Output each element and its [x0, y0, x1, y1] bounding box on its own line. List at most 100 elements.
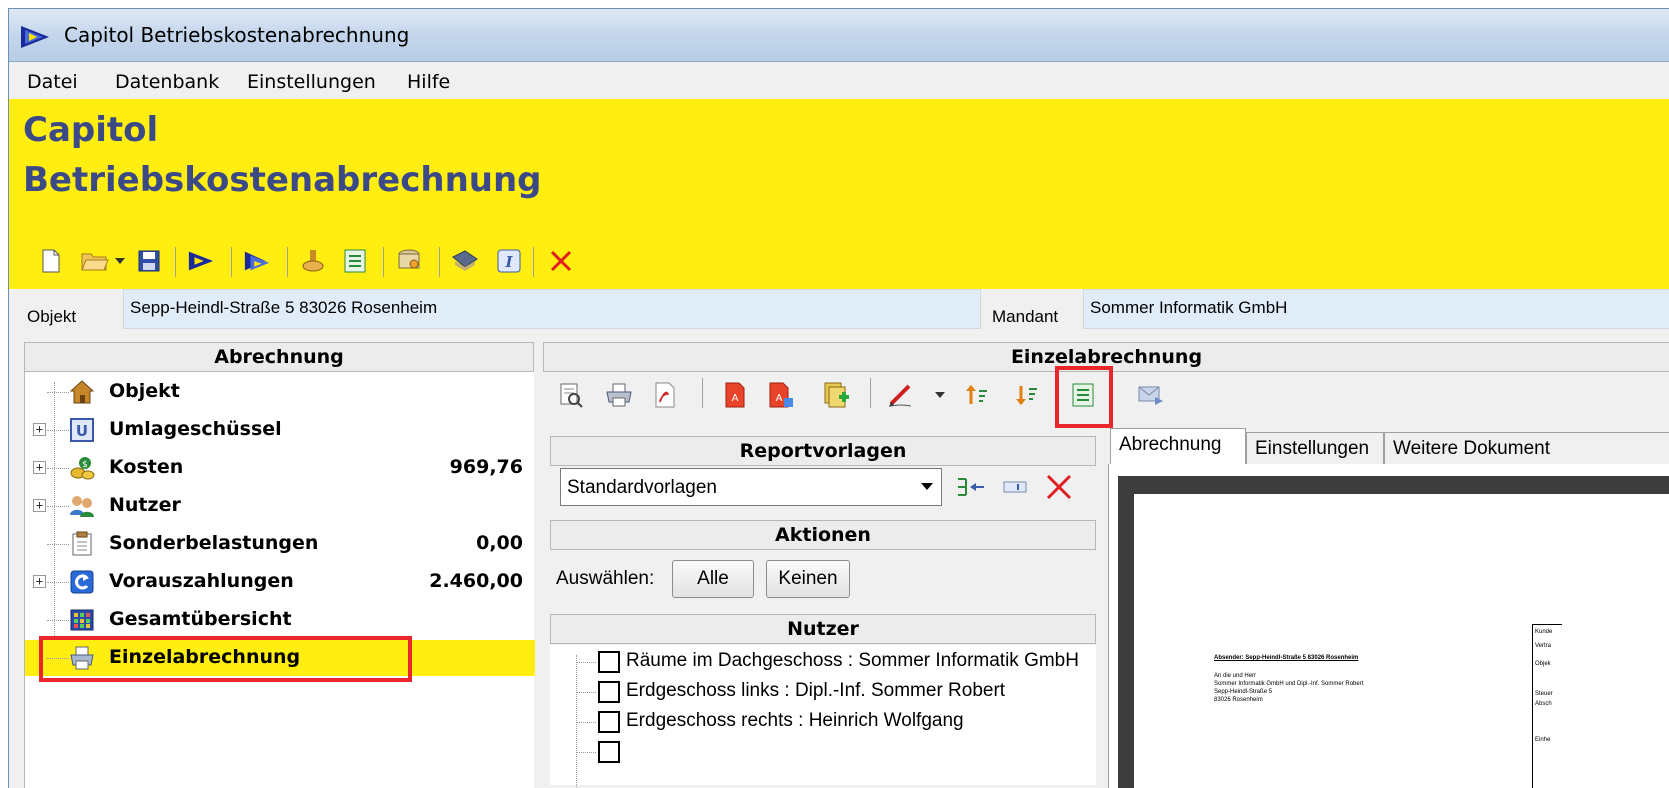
tree-item-nutzer[interactable]: + Nutzer — [25, 488, 535, 524]
tree-connector — [576, 722, 596, 723]
window-title: Capitol Betriebskostenabrechnung — [64, 23, 410, 47]
tree-label: Kosten — [109, 456, 184, 478]
list-item[interactable]: Erdgeschoss links : Dipl.-Inf. Sommer Ro… — [550, 677, 1096, 707]
brand-line-2: Betriebskostenabrechnung — [23, 160, 542, 200]
user-checkbox[interactable] — [598, 741, 620, 763]
list-item[interactable]: Erdgeschoss rechts : Heinrich Wolfgang — [550, 707, 1096, 737]
pdf-icon[interactable] — [650, 380, 680, 410]
menu-einstellungen[interactable]: Einstellungen — [247, 71, 376, 93]
dropdown-arrow-icon[interactable] — [932, 380, 948, 410]
preview-address-line: An die und Herr — [1214, 673, 1257, 679]
delete-icon[interactable] — [1044, 472, 1074, 502]
user-checkbox[interactable] — [598, 681, 620, 703]
expand-icon[interactable]: + — [33, 423, 46, 436]
user-label: Erdgeschoss links : Dipl.-Inf. Sommer Ro… — [626, 680, 1006, 701]
expand-icon[interactable]: + — [33, 575, 46, 588]
tab-weitere-dokumente[interactable]: Weitere Dokument — [1384, 432, 1669, 466]
tree-item-objekt[interactable]: Objekt — [25, 374, 535, 410]
report-template-value: Standardvorlagen — [567, 477, 717, 498]
delete-icon[interactable] — [547, 247, 575, 275]
tree-value: 969,76 — [449, 456, 523, 478]
preview-side-label: Steuer — [1535, 691, 1553, 697]
tree-item-gesamtuebersicht[interactable]: Gesamtübersicht — [25, 602, 535, 638]
tree-item-sonderbelastungen[interactable]: Sonderbelastungen 0,00 — [25, 526, 535, 562]
pdf-multi-icon[interactable]: A — [766, 380, 796, 410]
abrechnung-tree: Objekt + U Umlageschüssel + $ Kosten 969… — [24, 372, 535, 788]
toolbar-separator — [175, 247, 176, 277]
objekt-field[interactable]: Sepp-Heindl-Straße 5 83026 Rosenheim — [123, 289, 981, 329]
highlight-box-tree — [39, 636, 412, 682]
key-u-icon: U — [70, 418, 94, 442]
play-arrow-icon[interactable] — [187, 247, 215, 275]
user-label: Räume im Dachgeschoss : Sommer Informati… — [626, 650, 1079, 671]
object-bar: Objekt Sepp-Heindl-Straße 5 83026 Rosenh… — [9, 289, 1669, 339]
expand-icon[interactable]: + — [33, 461, 46, 474]
list-report-icon[interactable] — [341, 247, 369, 275]
user-label: Erdgeschoss rechts : Heinrich Wolfgang — [626, 710, 964, 731]
user-checkbox[interactable] — [598, 711, 620, 733]
user-checkbox[interactable] — [598, 651, 620, 673]
menu-datenbank[interactable]: Datenbank — [115, 71, 219, 93]
stamp-icon[interactable] — [299, 247, 327, 275]
menu-hilfe[interactable]: Hilfe — [407, 71, 450, 93]
tree-connector — [47, 506, 69, 507]
edit-pen-icon[interactable] — [886, 380, 916, 410]
save-icon[interactable] — [135, 247, 163, 275]
svg-text:U: U — [76, 422, 88, 440]
play-multi-icon[interactable] — [243, 247, 271, 275]
tree-label: Sonderbelastungen — [109, 532, 319, 554]
tab-abrechnung[interactable]: Abrechnung — [1110, 428, 1246, 464]
select-none-button[interactable]: Keinen — [766, 560, 850, 598]
template-field-icon[interactable] — [1000, 472, 1030, 502]
tree-item-vorauszahlungen[interactable]: + Vorauszahlungen 2.460,00 — [25, 564, 535, 600]
print-icon[interactable] — [604, 380, 634, 410]
preview-sender: Absender: Sepp-Heindl-Straße 5 83026 Ros… — [1214, 655, 1359, 661]
grid-icon — [70, 609, 94, 631]
tree-connector — [47, 544, 69, 545]
aktionen-header: Aktionen — [550, 520, 1096, 550]
tree-item-kosten[interactable]: + $ Kosten 969,76 — [25, 450, 535, 486]
chevron-down-icon — [921, 483, 933, 490]
bookmark-icon[interactable] — [451, 247, 479, 275]
expand-icon[interactable]: + — [33, 499, 46, 512]
template-indent-icon[interactable] — [956, 472, 986, 502]
menu-bar: Datei Datenbank Einstellungen Hilfe — [9, 63, 1669, 99]
preview-side-label: Einhe — [1535, 737, 1551, 743]
toolbar-separator — [533, 247, 534, 277]
tree-item-umlageschuessel[interactable]: + U Umlageschüssel — [25, 412, 535, 448]
new-document-icon[interactable] — [37, 247, 65, 275]
brand-line-1: Capitol — [23, 110, 159, 150]
toolbar-separator — [870, 378, 871, 408]
report-template-select[interactable]: Standardvorlagen — [560, 468, 942, 506]
add-document-icon[interactable] — [822, 380, 852, 410]
mail-send-icon[interactable] — [1136, 380, 1166, 410]
sort-ascending-icon[interactable] — [962, 380, 992, 410]
tab-einstellungen[interactable]: Einstellungen — [1246, 432, 1384, 466]
list-item[interactable] — [550, 737, 1096, 767]
menu-datei[interactable]: Datei — [27, 71, 78, 93]
pdf-export-icon[interactable]: A — [720, 380, 750, 410]
open-folder-icon[interactable] — [81, 247, 109, 275]
list-item[interactable]: Räume im Dachgeschoss : Sommer Informati… — [550, 647, 1096, 677]
tree-label: Vorauszahlungen — [109, 570, 294, 592]
dropdown-arrow-icon[interactable] — [113, 247, 127, 275]
tree-connector — [47, 620, 69, 621]
tree-connector — [47, 430, 69, 431]
title-bar: Capitol Betriebskostenabrechnung — [9, 9, 1669, 62]
highlight-box-toolbar — [1055, 366, 1113, 428]
toolbar-separator — [702, 378, 703, 408]
preview-page: Absender: Sepp-Heindl-Straße 5 83026 Ros… — [1134, 494, 1669, 788]
key-database-icon[interactable] — [395, 247, 423, 275]
info-icon[interactable]: I — [495, 247, 523, 275]
select-label: Auswählen: — [556, 568, 655, 589]
select-all-button[interactable]: Alle — [672, 560, 754, 598]
report-preview[interactable]: Absender: Sepp-Heindl-Straße 5 83026 Ros… — [1118, 476, 1669, 788]
mandant-field[interactable]: Sommer Informatik GmbH — [1083, 289, 1669, 329]
sort-descending-icon[interactable] — [1012, 380, 1042, 410]
preview-side-label: Objek — [1535, 661, 1551, 667]
toolbar-separator — [439, 247, 440, 277]
abrechnung-header: Abrechnung — [24, 342, 534, 372]
preview-icon[interactable] — [556, 380, 586, 410]
preview-address-line: Sepp-Heindl-Straße 5 — [1214, 689, 1273, 695]
tree-connector — [47, 468, 69, 469]
